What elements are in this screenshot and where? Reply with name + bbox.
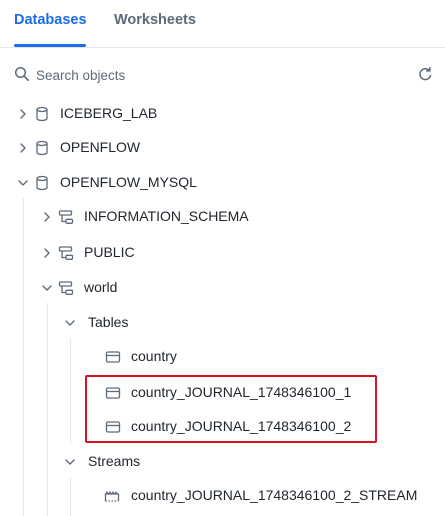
tree-item-label: ICEBERG_LAB (60, 105, 158, 121)
tree-item-label: country_JOURNAL_1748346100_2_STREAM (131, 487, 418, 503)
database-icon (36, 140, 48, 156)
search-bar (14, 62, 434, 88)
highlight-annotation-box (85, 375, 377, 443)
refresh-icon[interactable] (417, 66, 434, 83)
tree-item-database[interactable]: ICEBERG_LAB (0, 100, 445, 130)
tree-item-schema[interactable]: world (0, 274, 445, 304)
tree-item-label: OPENFLOW_MYSQL (60, 174, 197, 190)
chevron-right-icon[interactable] (17, 108, 29, 120)
chevron-down-icon[interactable] (17, 177, 29, 189)
tree-group-tables[interactable]: Tables (0, 309, 445, 339)
tree-item-schema[interactable]: PUBLIC (0, 239, 445, 269)
schema-icon (58, 246, 74, 260)
tree-item-label: INFORMATION_SCHEMA (84, 208, 249, 224)
chevron-down-icon[interactable] (64, 317, 76, 329)
tree-item-schema[interactable]: INFORMATION_SCHEMA (0, 203, 445, 233)
tree-group-label: Streams (88, 453, 141, 469)
tree-item-label: world (84, 279, 118, 295)
database-icon (36, 175, 48, 191)
chevron-down-icon[interactable] (41, 282, 53, 294)
chevron-right-icon[interactable] (41, 211, 53, 223)
object-explorer-tabs: Databases Worksheets (0, 0, 445, 48)
stream-icon (104, 491, 120, 502)
chevron-right-icon[interactable] (41, 247, 53, 259)
tree-group-label: Tables (88, 314, 129, 330)
database-icon (36, 106, 48, 122)
tree-item-database[interactable]: OPENFLOW (0, 134, 445, 164)
tree-item-table[interactable]: country (0, 343, 445, 373)
table-icon (105, 351, 121, 363)
chevron-down-icon[interactable] (64, 456, 76, 468)
schema-icon (58, 210, 74, 224)
tabs-divider (0, 47, 445, 48)
tree-group-streams[interactable]: Streams (0, 448, 445, 478)
search-input[interactable] (36, 64, 396, 86)
search-icon (14, 66, 29, 81)
tree-item-label: OPENFLOW (60, 139, 141, 155)
chevron-right-icon[interactable] (17, 142, 29, 154)
schema-icon (58, 281, 74, 295)
tree-item-label: PUBLIC (84, 244, 135, 260)
tree-item-stream[interactable]: country_JOURNAL_1748346100_2_STREAM (0, 482, 445, 512)
tab-databases[interactable]: Databases (14, 12, 87, 28)
tab-worksheets[interactable]: Worksheets (114, 12, 196, 28)
tree-item-database[interactable]: OPENFLOW_MYSQL (0, 169, 445, 199)
tree-item-label: country (131, 348, 177, 364)
